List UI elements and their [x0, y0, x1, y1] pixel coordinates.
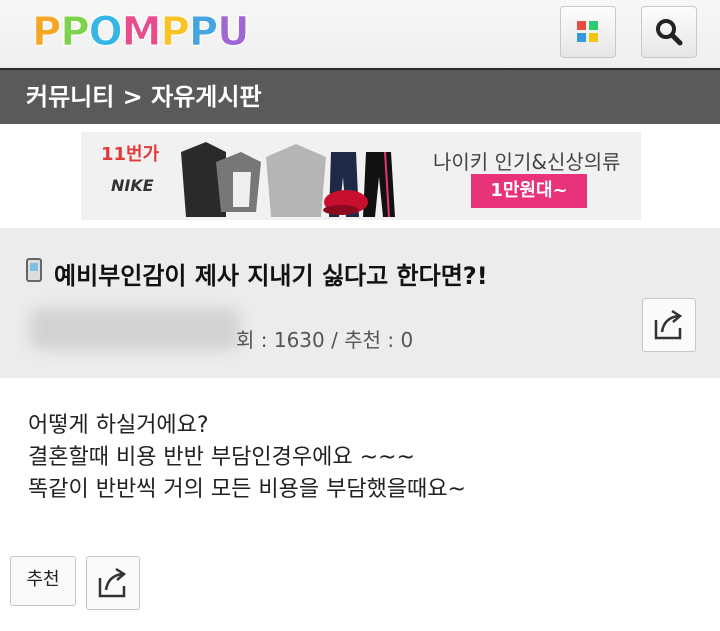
logo-letter: P — [31, 9, 61, 56]
banner-brand: NIKE — [111, 176, 154, 195]
post-header: 예비부인감이 제사 지내기 싫다고 한다면?! 회 : 1630 / 추천 : … — [0, 228, 720, 378]
clothing-image — [181, 142, 395, 218]
author-redacted — [30, 308, 240, 350]
share-icon — [654, 309, 683, 340]
grid-icon — [577, 21, 598, 42]
banner-store: 11번가 — [101, 144, 160, 165]
post-meta: 회 : 1630 / 추천 : 0 — [236, 328, 414, 352]
post-body-line: 똑같이 반반씩 거의 모든 비용을 부담했을때요~ — [28, 477, 466, 502]
logo-letter: O — [88, 9, 123, 56]
search-button[interactable] — [641, 6, 697, 58]
recommend-button[interactable]: 추천 — [10, 556, 76, 606]
logo-letter: M — [121, 9, 162, 56]
logo-letter: P — [188, 9, 218, 56]
ad-banner[interactable]: 11번가 NIKE 나이키 인기&신상의류 1만원대~ — [81, 132, 641, 220]
breadcrumb[interactable]: 커뮤니티 > 자유게시판 — [0, 70, 720, 124]
mobile-phone-icon — [26, 258, 42, 282]
logo-letter: U — [217, 9, 251, 56]
site-logo[interactable]: PPOMPPU — [31, 6, 251, 58]
banner-headline: 나이키 인기&신상의류 — [433, 150, 621, 174]
post-body-line: 결혼할때 비용 반반 부담인경우에요 ~~~ — [28, 445, 415, 470]
top-header: PPOMPPU — [0, 0, 720, 70]
post-body: 어떻게 하실거에요? 결혼할때 비용 반반 부담인경우에요 ~~~ 똑같이 반반… — [28, 410, 466, 506]
logo-letter: P — [60, 9, 90, 56]
logo-letter: P — [160, 9, 190, 56]
share-icon — [98, 567, 127, 598]
share-button-bottom[interactable] — [86, 556, 140, 610]
search-icon — [656, 19, 683, 46]
banner-badge: 1만원대~ — [471, 174, 587, 208]
apps-button[interactable] — [560, 6, 616, 58]
post-body-line: 어떻게 하실거에요? — [28, 413, 209, 438]
share-button-top[interactable] — [642, 298, 696, 352]
post-title: 예비부인감이 제사 지내기 싫다고 한다면?! — [54, 262, 488, 290]
